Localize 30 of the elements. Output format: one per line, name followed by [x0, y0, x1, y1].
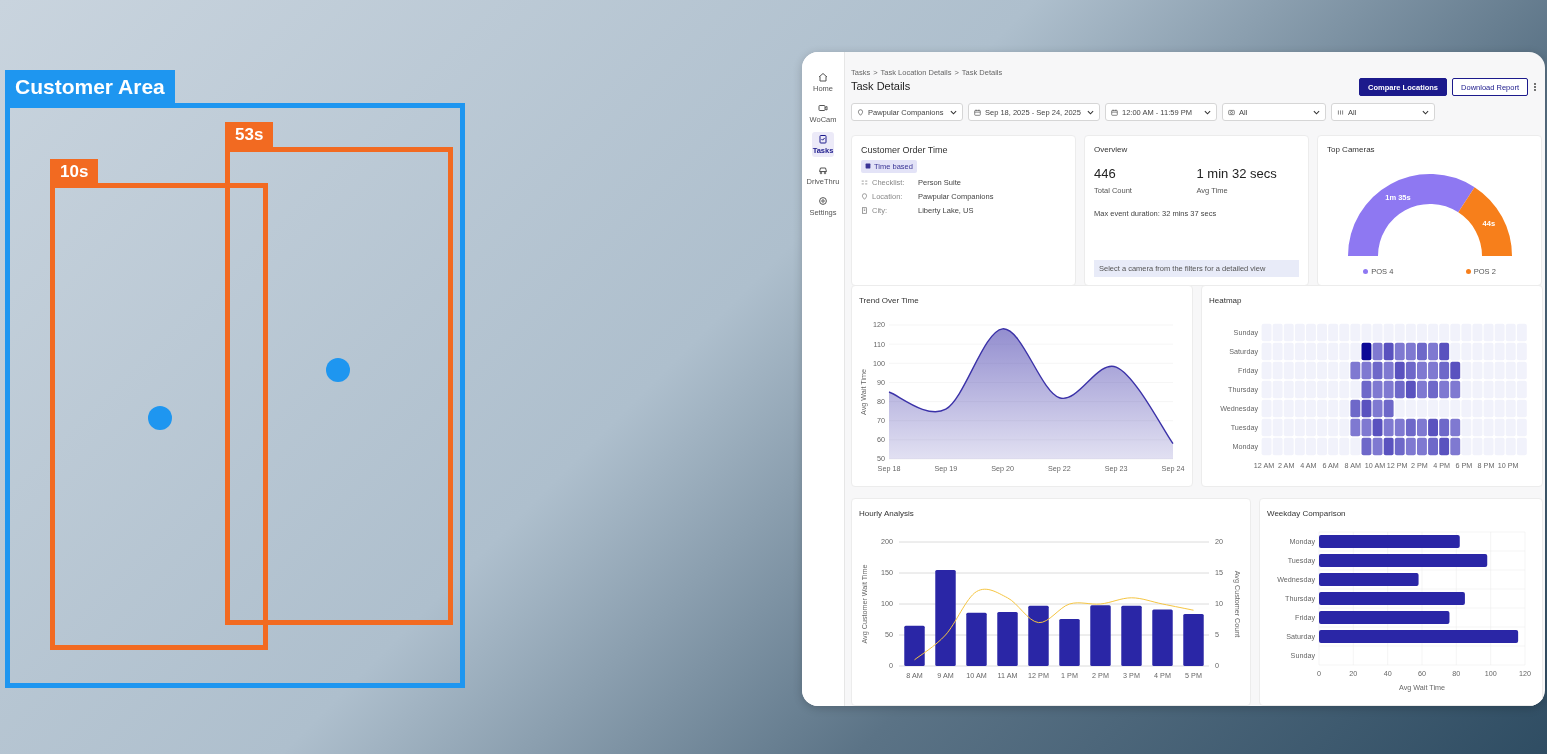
detection-label: Customer Area	[5, 70, 175, 103]
clipboard-icon	[818, 134, 828, 144]
card-title: Customer Order Time	[861, 145, 949, 155]
building-icon	[861, 207, 868, 214]
pin-icon	[861, 193, 868, 200]
columns-icon	[1337, 108, 1344, 116]
stat-value: 446	[1094, 166, 1117, 181]
card-title: Overview	[1094, 145, 1129, 154]
list-icon	[861, 179, 868, 186]
card-title: Trend Over Time	[859, 296, 920, 305]
home-icon	[818, 72, 828, 82]
card-title: Hourly Analysis	[859, 509, 915, 519]
card-title: Heatmap	[1209, 296, 1243, 305]
chevron-down-icon	[1422, 109, 1429, 115]
stat-value: 1 min 32 secs	[1196, 166, 1278, 181]
camera-icon	[818, 103, 828, 113]
settings-icon	[818, 196, 828, 206]
more-icon[interactable]	[1533, 82, 1537, 92]
camera-icon	[1228, 108, 1235, 116]
detection-label: 53s	[225, 122, 274, 147]
chevron-down-icon	[1087, 109, 1094, 115]
pin-icon	[857, 108, 864, 116]
card-title: Weekday Comparison	[1267, 509, 1347, 519]
chevron-down-icon	[1313, 109, 1320, 115]
detection-label: 10s	[50, 159, 99, 184]
card-title: Top Cameras	[1327, 145, 1376, 154]
car-icon	[818, 165, 828, 175]
page-title: Task Details	[851, 80, 912, 92]
chevron-down-icon	[950, 109, 957, 115]
chevron-down-icon	[1204, 109, 1211, 115]
